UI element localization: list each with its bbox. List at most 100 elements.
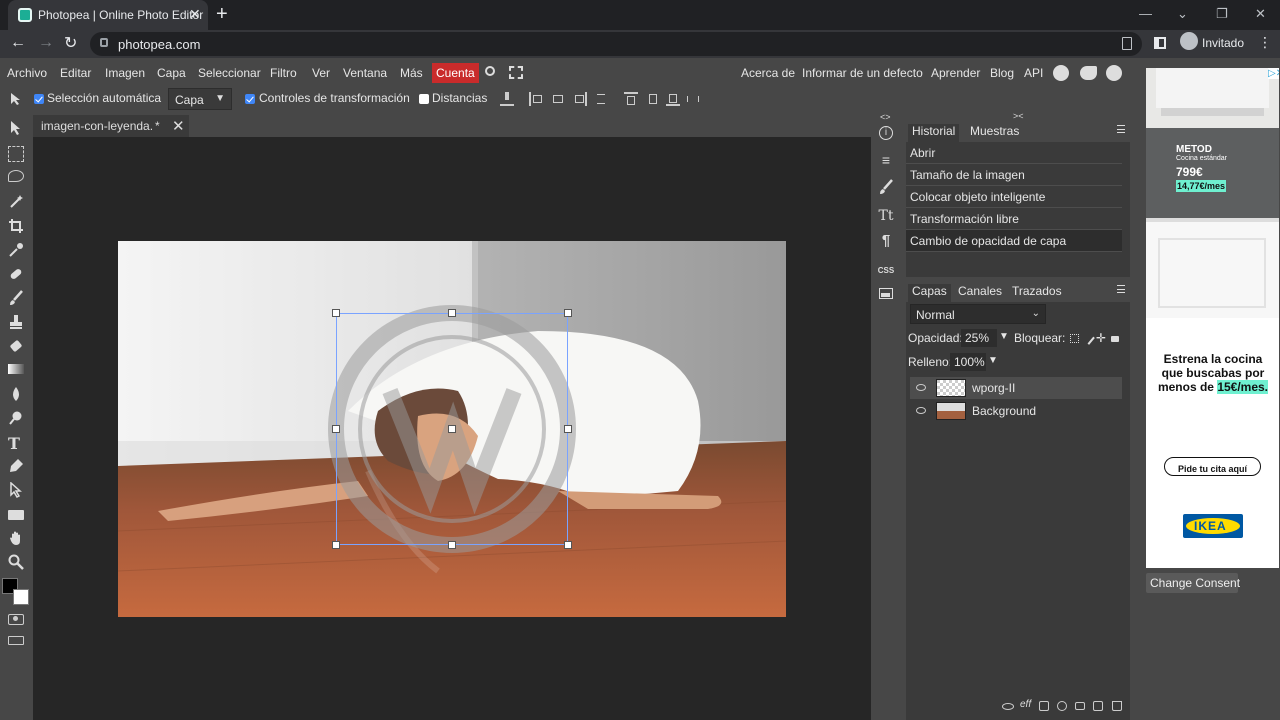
magic-wand-icon[interactable] <box>8 194 24 210</box>
new-layer-icon[interactable] <box>1093 701 1103 711</box>
type-tool-icon[interactable]: T <box>8 434 24 453</box>
tab-capas[interactable]: Capas <box>908 284 951 302</box>
target-select[interactable]: Capa ▼ <box>168 88 232 110</box>
adjustment-layer-icon[interactable] <box>1057 701 1067 711</box>
reload-icon[interactable]: ↻ <box>64 33 77 53</box>
change-consent-button[interactable]: Change Consent <box>1146 573 1240 593</box>
visibility-eye-icon[interactable] <box>916 407 926 414</box>
transform-handle-tl[interactable] <box>332 309 340 317</box>
history-item[interactable]: Transformación libre <box>906 208 1122 230</box>
transform-handle-bl[interactable] <box>332 541 340 549</box>
align-top-icon[interactable] <box>624 92 638 106</box>
image-icon[interactable] <box>879 288 893 299</box>
menu-mas[interactable]: Más <box>400 66 423 80</box>
fullscreen-icon[interactable] <box>509 66 523 79</box>
blend-mode-select[interactable]: Normal ⌄ <box>910 304 1046 324</box>
transform-handle-t[interactable] <box>448 309 456 317</box>
clone-stamp-icon[interactable] <box>8 314 24 330</box>
ad-cta-button[interactable]: Pide tu cita aquí <box>1164 457 1261 476</box>
panel-menu-icon[interactable] <box>1117 125 1125 133</box>
link-layers-icon[interactable] <box>1002 703 1014 710</box>
lock-position-icon[interactable]: ✛ <box>1096 331 1106 345</box>
shape-tool-icon[interactable] <box>8 510 24 520</box>
menu-ventana[interactable]: Ventana <box>343 66 387 80</box>
pen-tool-icon[interactable] <box>8 458 24 474</box>
add-mask-icon[interactable] <box>1039 701 1049 711</box>
transform-handle-center[interactable] <box>448 425 456 433</box>
gradient-tool-icon[interactable] <box>8 364 24 374</box>
fill-input[interactable]: 100% <box>950 353 986 371</box>
history-item[interactable]: Colocar objeto inteligente <box>906 186 1122 208</box>
opacity-dropdown-icon[interactable]: ▼ <box>999 331 1009 342</box>
account-button[interactable]: Cuenta <box>432 63 479 83</box>
tab-historial[interactable]: Historial <box>908 124 960 142</box>
search-icon[interactable] <box>485 66 495 76</box>
tab-muestras[interactable]: Muestras <box>970 124 1019 138</box>
info-icon[interactable]: i <box>879 126 893 140</box>
transform-controls-checkbox[interactable] <box>245 94 255 104</box>
align-center-h-icon[interactable] <box>551 92 565 106</box>
align-middle-icon[interactable] <box>646 92 660 106</box>
align-left-icon[interactable] <box>529 92 543 106</box>
menu-ver[interactable]: Ver <box>312 66 330 80</box>
opacity-input[interactable]: 25% <box>961 329 997 347</box>
fill-dropdown-icon[interactable]: ▼ <box>988 355 998 366</box>
move-tool-icon[interactable] <box>8 120 24 136</box>
paragraph-icon[interactable]: ¶ <box>877 232 895 250</box>
css-icon[interactable]: CSS <box>877 266 895 284</box>
new-group-icon[interactable] <box>1075 702 1085 710</box>
transform-handle-tr[interactable] <box>564 309 572 317</box>
history-item[interactable]: Tamaño de la imagen <box>906 164 1122 186</box>
align-right-icon[interactable] <box>573 92 587 106</box>
layer-row[interactable]: Background <box>910 400 1122 422</box>
history-item[interactable]: Abrir <box>906 142 1122 164</box>
page-icon[interactable] <box>1122 37 1132 50</box>
layer-row-selected[interactable]: wporg-II <box>910 377 1122 399</box>
lock-pixels-icon[interactable] <box>1082 332 1095 345</box>
chevron-down-icon[interactable]: ⌄ <box>1177 6 1188 22</box>
menu-imagen[interactable]: Imagen <box>105 66 145 80</box>
auto-select-checkbox[interactable] <box>34 94 44 104</box>
lasso-tool-icon[interactable] <box>8 170 24 182</box>
browser-tab[interactable]: Photopea | Online Photo Editor ✕ <box>8 0 208 30</box>
profile-label[interactable]: Invitado <box>1202 36 1244 50</box>
menu-editar[interactable]: Editar <box>60 66 91 80</box>
url-bar[interactable]: photopea.com <box>90 32 1142 56</box>
crop-tool-icon[interactable] <box>8 218 24 234</box>
transform-handle-r[interactable] <box>564 425 572 433</box>
profile-avatar[interactable] <box>1180 32 1198 50</box>
marquee-tool-icon[interactable] <box>8 146 24 162</box>
align-bottom-icon[interactable] <box>666 92 680 106</box>
browser-menu-icon[interactable]: ⋮ <box>1258 34 1272 51</box>
brush-tool-icon[interactable] <box>8 290 24 306</box>
distribute-h-icon[interactable] <box>686 92 700 106</box>
minimize-icon[interactable]: — <box>1139 6 1152 21</box>
lock-all-icon[interactable] <box>1111 336 1119 342</box>
screen-mode-icon[interactable] <box>8 636 24 645</box>
menu-archivo[interactable]: Archivo <box>7 66 47 80</box>
transform-handle-br[interactable] <box>564 541 572 549</box>
tab-canales[interactable]: Canales <box>958 284 1002 298</box>
document-tab[interactable]: imagen-con-leyenda. * ✕ <box>33 115 189 137</box>
eraser-tool-icon[interactable] <box>8 338 24 354</box>
menu-api[interactable]: API <box>1024 66 1043 80</box>
healing-brush-icon[interactable] <box>8 266 24 282</box>
brush-settings-icon[interactable] <box>877 178 895 196</box>
layer-style-icon[interactable]: eff <box>1020 699 1031 710</box>
forward-icon[interactable]: → <box>38 34 54 52</box>
close-tab-icon[interactable]: ✕ <box>189 6 201 23</box>
hand-tool-icon[interactable] <box>8 530 24 546</box>
collapse-left-marker[interactable]: <> <box>880 112 891 122</box>
tab-trazados[interactable]: Trazados <box>1012 284 1062 298</box>
distribute-icon[interactable] <box>594 92 608 106</box>
visibility-eye-icon[interactable] <box>916 384 926 391</box>
facebook-icon[interactable] <box>1106 65 1122 81</box>
maximize-icon[interactable]: ❐ <box>1216 6 1228 22</box>
transform-handle-l[interactable] <box>332 425 340 433</box>
advertisement[interactable]: ▷✕ METOD Cocina estándar 799€ 14,77€/mes… <box>1146 68 1279 568</box>
sidebar-toggle-icon[interactable] <box>1154 37 1166 49</box>
back-icon[interactable]: ← <box>10 34 26 52</box>
menu-informar[interactable]: Informar de un defecto <box>802 66 923 80</box>
blur-tool-icon[interactable] <box>8 386 24 402</box>
window-close-icon[interactable]: ✕ <box>1255 6 1266 22</box>
